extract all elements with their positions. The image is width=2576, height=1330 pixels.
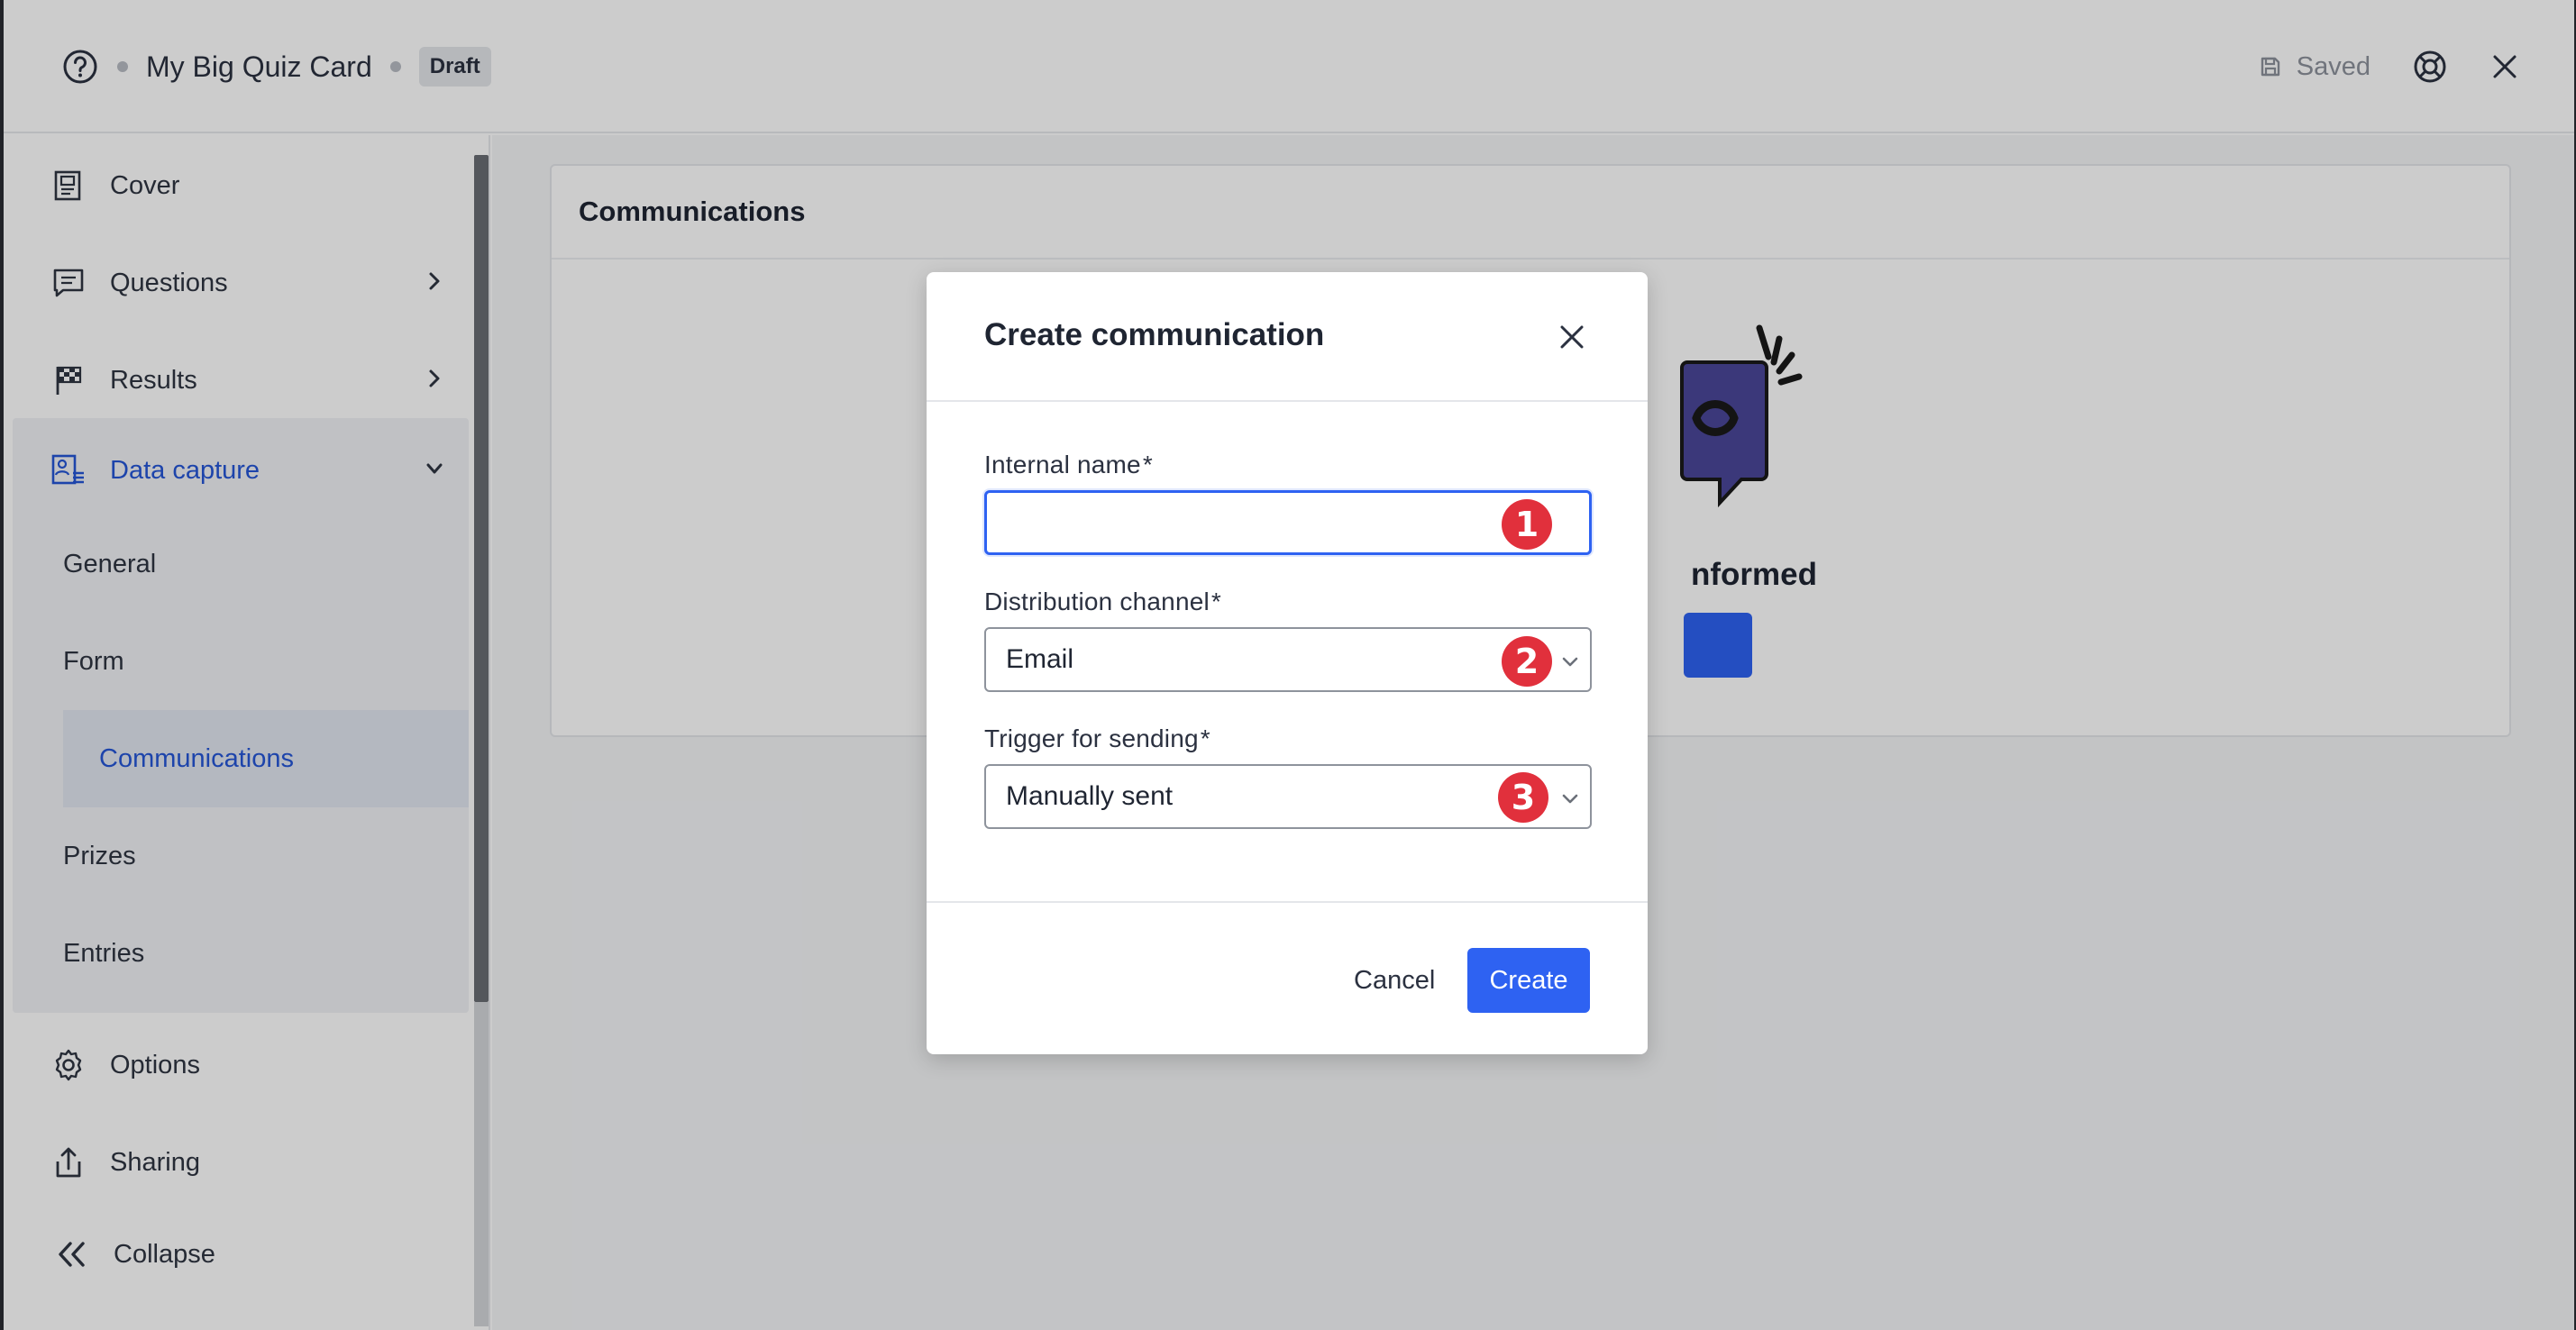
close-icon[interactable] bbox=[1554, 319, 1590, 355]
field-label-text: Distribution channel bbox=[984, 588, 1210, 615]
field-label-text: Internal name bbox=[984, 451, 1141, 478]
cancel-button[interactable]: Cancel bbox=[1338, 948, 1451, 1013]
dialog-footer: Cancel Create bbox=[927, 901, 1648, 1054]
distribution-channel-select[interactable]: Email bbox=[984, 627, 1592, 692]
trigger-for-sending-label: Trigger for sending* bbox=[984, 724, 1210, 753]
internal-name-input[interactable] bbox=[984, 490, 1592, 555]
chevron-down-icon bbox=[1562, 794, 1578, 804]
step-badge: 3 bbox=[1498, 772, 1548, 823]
required-mark: * bbox=[1210, 588, 1222, 615]
distribution-channel-label: Distribution channel* bbox=[984, 588, 1221, 616]
internal-name-label: Internal name* bbox=[984, 451, 1153, 479]
dialog-header: Create communication bbox=[927, 272, 1648, 402]
create-communication-dialog: Create communication Internal name* 1 Di… bbox=[927, 272, 1648, 1054]
step-badge: 2 bbox=[1502, 636, 1552, 687]
dialog-title: Create communication bbox=[984, 317, 1325, 352]
distribution-channel-value: Email bbox=[1006, 644, 1074, 674]
required-mark: * bbox=[1200, 724, 1210, 752]
create-button[interactable]: Create bbox=[1467, 948, 1590, 1013]
field-label-text: Trigger for sending bbox=[984, 724, 1199, 752]
required-mark: * bbox=[1142, 451, 1153, 478]
chevron-down-icon bbox=[1562, 657, 1578, 667]
step-badge: 1 bbox=[1502, 499, 1552, 550]
trigger-for-sending-value: Manually sent bbox=[1006, 781, 1174, 811]
